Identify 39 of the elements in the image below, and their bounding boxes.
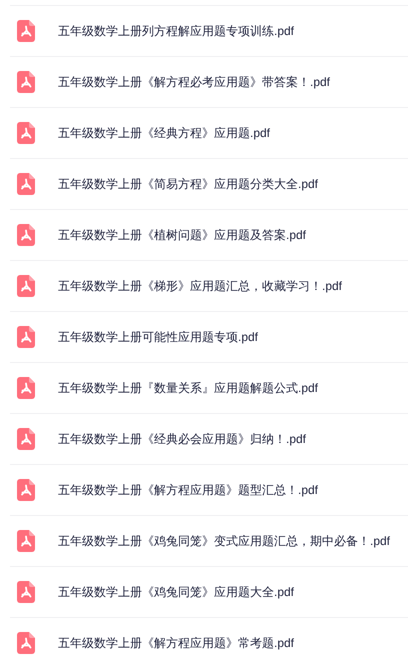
file-name: 五年级数学上册《鸡兔同笼》应用题大全.pdf [58,584,294,601]
file-name: 五年级数学上册列方程解应用题专项训练.pdf [58,23,294,40]
file-row[interactable]: 五年级数学上册《植树问题》应用题及答案.pdf [10,209,408,260]
pdf-icon [17,71,35,93]
file-name: 五年级数学上册《植树问题》应用题及答案.pdf [58,227,306,244]
file-row[interactable]: 五年级数学上册《经典方程》应用题.pdf [10,107,408,158]
pdf-icon [17,122,35,144]
pdf-icon [17,479,35,501]
pdf-icon [17,20,35,42]
file-row[interactable]: 五年级数学上册《鸡兔同笼》应用题大全.pdf [10,566,408,617]
file-row[interactable]: 五年级数学上册列方程解应用题专项训练.pdf [10,5,408,56]
pdf-icon [17,173,35,195]
file-name: 五年级数学上册《解方程应用题》常考题.pdf [58,635,294,652]
file-row[interactable]: 五年级数学上册《梯形》应用题汇总，收藏学习！.pdf [10,260,408,311]
file-name: 五年级数学上册《鸡兔同笼》变式应用题汇总，期中必备！.pdf [58,533,390,550]
pdf-icon [17,581,35,603]
file-name: 五年级数学上册『数量关系』应用题解题公式.pdf [58,380,318,397]
pdf-icon [17,275,35,297]
file-row[interactable]: 五年级数学上册《解方程必考应用题》带答案！.pdf [10,56,408,107]
file-row[interactable]: 五年级数学上册《解方程应用题》常考题.pdf [10,617,408,660]
file-name: 五年级数学上册《解方程必考应用题》带答案！.pdf [58,74,330,91]
pdf-icon [17,530,35,552]
pdf-icon [17,326,35,348]
file-row[interactable]: 五年级数学上册『数量关系』应用题解题公式.pdf [10,362,408,413]
file-name: 五年级数学上册《解方程应用题》题型汇总！.pdf [58,482,318,499]
pdf-icon [17,377,35,399]
file-row[interactable]: 五年级数学上册可能性应用题专项.pdf [10,311,408,362]
file-name: 五年级数学上册《简易方程》应用题分类大全.pdf [58,176,318,193]
file-name: 五年级数学上册《梯形》应用题汇总，收藏学习！.pdf [58,278,342,295]
file-name: 五年级数学上册《经典方程》应用题.pdf [58,125,270,142]
file-name: 五年级数学上册《经典必会应用题》归纳！.pdf [58,431,306,448]
pdf-icon [17,428,35,450]
pdf-icon [17,224,35,246]
pdf-icon [17,632,35,654]
file-row[interactable]: 五年级数学上册《鸡兔同笼》变式应用题汇总，期中必备！.pdf [10,515,408,566]
file-row[interactable]: 五年级数学上册《经典必会应用题》归纳！.pdf [10,413,408,464]
file-name: 五年级数学上册可能性应用题专项.pdf [58,329,258,346]
file-row[interactable]: 五年级数学上册《简易方程》应用题分类大全.pdf [10,158,408,209]
file-row[interactable]: 五年级数学上册《解方程应用题》题型汇总！.pdf [10,464,408,515]
